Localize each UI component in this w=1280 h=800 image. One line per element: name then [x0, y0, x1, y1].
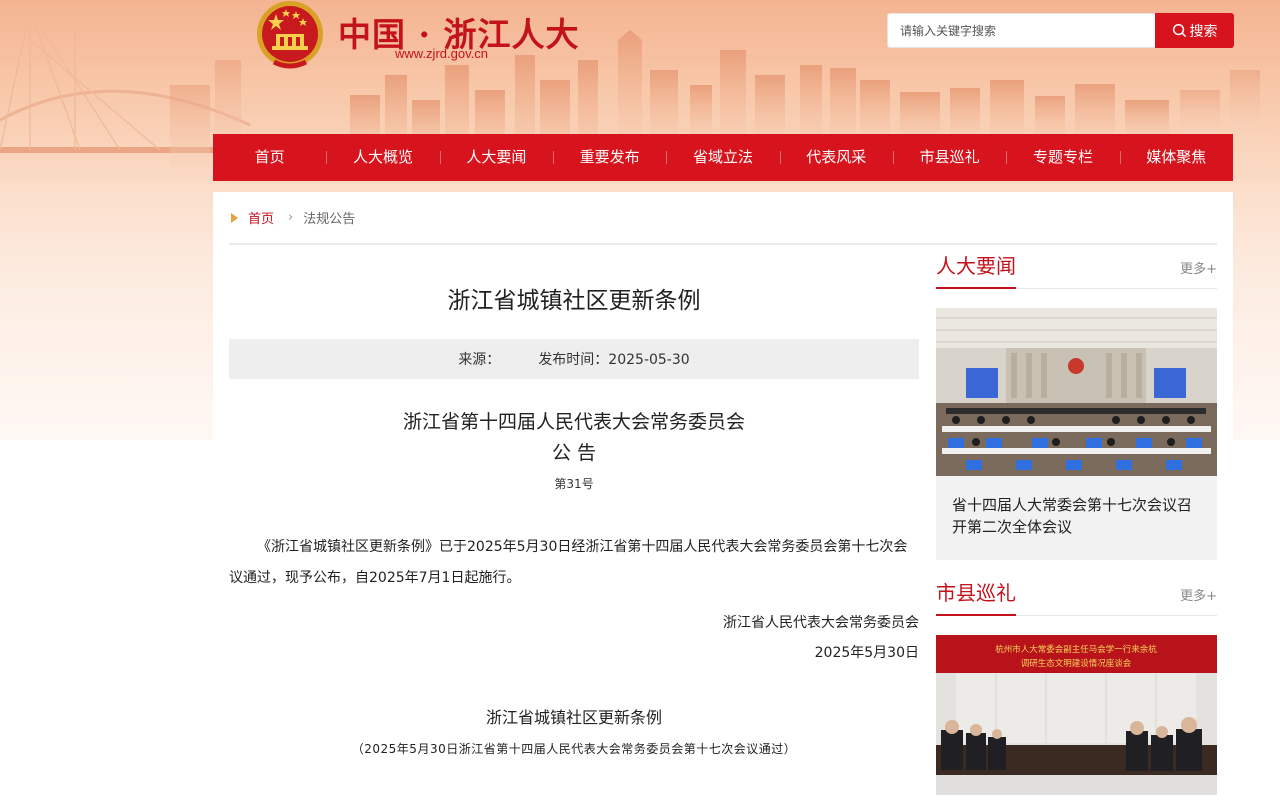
- sidebar: 人大要闻 更多+ 省十四届人大常委会第十七次会议召开第二次全体会议 市县巡礼 更…: [936, 245, 1217, 795]
- search-icon: [1172, 23, 1186, 38]
- signature-date: 2025年5月30日: [814, 645, 919, 661]
- search-button-label: 搜索: [1189, 23, 1218, 40]
- nav-item-legislation[interactable]: 省域立法: [666, 134, 779, 181]
- main-container: 首页 › 法规公告 浙江省城镇社区更新条例 来源： 发布时间：2025-05-3…: [213, 192, 1233, 800]
- city-banner-text-2: 调研生态文明建设情况座谈会: [1021, 658, 1132, 669]
- article-body-paragraph: 《浙江省城镇社区更新条例》已于2025年5月30日经浙江省第十四届人民代表大会常…: [229, 539, 908, 586]
- nav-item-news[interactable]: 人大要闻: [439, 134, 553, 181]
- meeting-room-image: 杭州市人大常委会副主任马会学一行来余杭 调研生态文明建设情况座谈会: [936, 635, 1217, 795]
- breadcrumb-home-link[interactable]: 首页: [248, 208, 274, 227]
- signature-block: 浙江省人民代表大会常务委员会 2025年5月30日: [229, 608, 919, 668]
- article-meta-bar: 来源： 发布时间：2025-05-30: [229, 339, 919, 379]
- news-caption-link[interactable]: 省十四届人大常委会第十七次会议召开第二次全体会议: [936, 476, 1217, 560]
- nav-item-releases[interactable]: 重要发布: [552, 134, 666, 181]
- national-emblem-icon[interactable]: [254, 0, 326, 72]
- regulation-subtitle: （2025年5月30日浙江省第十四届人民代表大会常务委员会第十七次会议通过）: [351, 742, 797, 756]
- city-banner-text-1: 杭州市人大常委会副主任马会学一行来余杭: [995, 644, 1157, 655]
- nav-item-media[interactable]: 媒体聚焦: [1119, 134, 1233, 181]
- site-url: www.zjrd.gov.cn: [395, 46, 488, 61]
- notice-number: 第31号: [554, 477, 594, 491]
- meeting-hall-image: [936, 308, 1217, 476]
- nav-item-topics[interactable]: 专题专栏: [1006, 134, 1119, 181]
- city-section-header: 市县巡礼 更多+: [936, 572, 1217, 616]
- search-bar: 搜索: [887, 13, 1234, 48]
- notice-word: 公 告: [551, 442, 597, 464]
- news-section-header: 人大要闻 更多+: [936, 245, 1217, 289]
- nav-item-deputies[interactable]: 代表风采: [779, 134, 893, 181]
- nav-item-cities[interactable]: 市县巡礼: [892, 134, 1006, 181]
- city-section-title[interactable]: 市县巡礼: [936, 577, 1016, 616]
- news-photo[interactable]: [936, 308, 1217, 476]
- city-photo[interactable]: 杭州市人大常委会副主任马会学一行来余杭 调研生态文明建设情况座谈会: [936, 635, 1217, 795]
- news-more-link[interactable]: 更多+: [1180, 258, 1217, 288]
- article-date: 发布时间：2025-05-30: [538, 352, 690, 368]
- search-button[interactable]: 搜索: [1155, 13, 1234, 48]
- city-more-link[interactable]: 更多+: [1180, 585, 1217, 615]
- article: 浙江省城镇社区更新条例 来源： 发布时间：2025-05-30 浙江省第十四届人…: [229, 245, 919, 757]
- article-source: 来源：: [458, 352, 501, 368]
- notice-org: 浙江省第十四届人民代表大会常务委员会: [402, 411, 745, 433]
- article-title: 浙江省城镇社区更新条例: [447, 288, 701, 314]
- breadcrumb: 首页 › 法规公告: [229, 192, 1217, 245]
- chevron-right-icon: ›: [288, 210, 294, 225]
- location-arrow-icon: [231, 212, 238, 223]
- news-section-title[interactable]: 人大要闻: [936, 250, 1016, 289]
- regulation-title: 浙江省城镇社区更新条例: [485, 708, 662, 727]
- breadcrumb-current[interactable]: 法规公告: [303, 208, 355, 227]
- main-nav: 首页 人大概览 人大要闻 重要发布 省域立法 代表风采 市县巡礼 专题专栏 媒体…: [213, 134, 1233, 181]
- nav-item-home[interactable]: 首页: [213, 134, 326, 181]
- notice-heading: 浙江省第十四届人民代表大会常务委员会 公 告: [229, 407, 919, 469]
- signature-org: 浙江省人民代表大会常务委员会: [723, 615, 919, 631]
- nav-item-overview[interactable]: 人大概览: [326, 134, 439, 181]
- search-input[interactable]: [887, 13, 1155, 48]
